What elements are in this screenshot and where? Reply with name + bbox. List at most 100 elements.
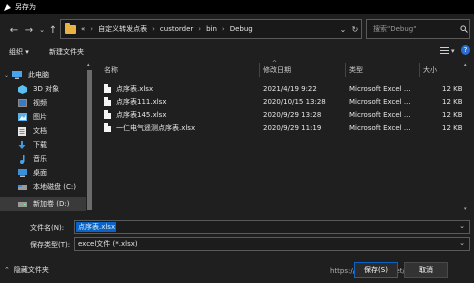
- scroll-up-arrow-icon[interactable]: ▴: [87, 62, 90, 68]
- dialog-footer: ⌃ 隐藏文件夹 https://blog.csdn.net/mainmaster…: [0, 258, 474, 283]
- back-arrow-icon[interactable]: ←: [8, 23, 20, 37]
- music-icon: [17, 154, 27, 164]
- organize-menu-button[interactable]: 组织 ▾: [9, 47, 29, 57]
- sidebar-item-3d-objects[interactable]: 3D 对象: [0, 82, 93, 96]
- breadcrumb-item[interactable]: custorder: [160, 25, 193, 33]
- file-icon: [104, 110, 111, 119]
- breadcrumb-item[interactable]: 自定义转发点表: [98, 24, 147, 34]
- filename-input[interactable]: 点序表.xlsx: [75, 222, 115, 232]
- filename-dropdown-icon[interactable]: ⌄: [459, 222, 465, 230]
- column-header-type[interactable]: 类型: [349, 62, 419, 78]
- breadcrumb-separator-icon: ›: [152, 25, 155, 33]
- sidebar-item-music[interactable]: 音乐: [0, 152, 93, 166]
- documents-icon: [17, 126, 27, 136]
- save-form: 文件名(N): 点序表.xlsx ⌄ 保存类型(T): excel文件 (*.x…: [0, 214, 474, 254]
- file-date: 2020/10/15 13:28: [263, 97, 326, 106]
- view-options-icon[interactable]: ▾: [440, 46, 455, 55]
- save-as-app-icon: [2, 2, 12, 12]
- refresh-icon[interactable]: ↻: [349, 20, 361, 38]
- command-toolbar: 组织 ▾ 新建文件夹 ▾ ?: [0, 44, 474, 60]
- column-divider[interactable]: [345, 63, 346, 77]
- drive-icon: [17, 183, 27, 192]
- navigation-pane: ⌄ 此电脑 3D 对象 视频 图片 文档 下载 音乐 桌面 本地磁盘 (C:) …: [0, 62, 93, 212]
- window-title: 另存为: [15, 3, 36, 11]
- column-header-date[interactable]: 修改日期: [263, 62, 348, 78]
- column-divider[interactable]: [419, 63, 420, 77]
- forward-arrow-icon[interactable]: →: [23, 23, 35, 37]
- file-type: Microsoft Excel ...: [349, 84, 411, 93]
- sidebar-item-videos[interactable]: 视频: [0, 96, 93, 110]
- save-type-dropdown-icon[interactable]: ⌄: [459, 239, 465, 247]
- file-icon: [104, 84, 111, 93]
- file-type: Microsoft Excel ...: [349, 110, 411, 119]
- scroll-down-arrow-icon[interactable]: ▾: [464, 206, 467, 212]
- help-icon[interactable]: ?: [461, 45, 470, 55]
- breadcrumb-item[interactable]: bin: [206, 25, 217, 33]
- column-header-size[interactable]: 大小: [423, 62, 463, 78]
- file-name: 点序表145.xlsx: [116, 110, 167, 119]
- file-name: 点序表.xlsx: [116, 84, 154, 93]
- sidebar-scrollbar-thumb[interactable]: [87, 70, 92, 210]
- new-folder-button[interactable]: 新建文件夹: [49, 47, 84, 57]
- file-size: 12 KB: [442, 97, 463, 106]
- expand-chevron-icon[interactable]: ⌄: [4, 72, 9, 79]
- hide-folders-toggle[interactable]: ⌃ 隐藏文件夹: [4, 265, 49, 275]
- file-name: 一仁电气遥测点序表.xlsx: [116, 123, 196, 132]
- folder-icon: [65, 22, 76, 34]
- file-size: 12 KB: [442, 123, 463, 132]
- sidebar-item-pictures[interactable]: 图片: [0, 110, 93, 124]
- file-date: 2020/9/29 11:19: [263, 123, 322, 132]
- sidebar-item-documents[interactable]: 文档: [0, 124, 93, 138]
- column-header-name[interactable]: 名称: [104, 62, 264, 78]
- breadcrumb-separator-icon: ›: [198, 25, 202, 33]
- breadcrumb-separator-icon: ›: [90, 25, 94, 33]
- file-row[interactable]: 点序表145.xlsx 2020/9/29 13:28 Microsoft Ex…: [96, 108, 470, 121]
- 3d-objects-icon: [17, 84, 27, 94]
- search-icon[interactable]: [458, 20, 469, 38]
- filename-field[interactable]: 点序表.xlsx ⌄: [74, 220, 470, 234]
- sidebar-item-this-pc[interactable]: ⌄ 此电脑: [0, 68, 93, 82]
- file-date: 2021/4/19 9:22: [263, 84, 317, 93]
- file-size: 12 KB: [442, 84, 463, 93]
- save-type-value: excel文件 (*.xlsx): [78, 240, 138, 248]
- collapse-chevron-icon: ⌃: [4, 266, 10, 274]
- pictures-icon: [17, 113, 27, 122]
- file-type: Microsoft Excel ...: [349, 97, 411, 106]
- file-name: 点序表111.xlsx: [116, 97, 167, 106]
- save-type-label: 保存类型(T):: [30, 241, 71, 249]
- save-type-select[interactable]: excel文件 (*.xlsx) ⌄: [74, 237, 470, 251]
- sidebar-item-downloads[interactable]: 下载: [0, 138, 93, 152]
- scroll-up-arrow-icon[interactable]: ▴: [464, 62, 467, 68]
- cancel-button[interactable]: 取消: [404, 262, 448, 278]
- file-row[interactable]: 点序表111.xlsx 2020/10/15 13:28 Microsoft E…: [96, 95, 470, 108]
- sidebar-item-drive-c[interactable]: 本地磁盘 (C:): [0, 180, 93, 194]
- sidebar-item-drive-d[interactable]: 新加卷 (D:): [0, 197, 93, 211]
- file-list: ^ 名称 修改日期 类型 大小 点序表.xlsx 2021/4/19 9:22 …: [96, 60, 470, 212]
- save-button[interactable]: 保存(S): [354, 262, 398, 278]
- desktop-icon: [17, 169, 27, 178]
- filename-label: 文件名(N):: [30, 224, 65, 232]
- file-icon: [104, 97, 111, 106]
- address-bar[interactable]: « › 自定义转发点表 › custorder › bin › Debug ⌄ …: [60, 19, 362, 39]
- file-type: Microsoft Excel ...: [349, 123, 411, 132]
- file-row[interactable]: 点序表.xlsx 2021/4/19 9:22 Microsoft Excel …: [96, 82, 470, 95]
- search-input[interactable]: [367, 25, 459, 33]
- title-bar: 另存为: [0, 0, 474, 14]
- breadcrumb-item[interactable]: Debug: [230, 25, 253, 33]
- drive-icon: [17, 200, 27, 209]
- file-icon: [104, 123, 111, 132]
- column-divider[interactable]: [259, 63, 260, 77]
- computer-icon: [12, 71, 23, 80]
- up-arrow-icon[interactable]: ↑: [47, 23, 59, 37]
- address-dropdown-icon[interactable]: ⌄: [337, 20, 349, 38]
- search-box[interactable]: [366, 19, 470, 39]
- breadcrumb-overflow[interactable]: «: [81, 25, 85, 33]
- sidebar-scrollbar[interactable]: ▴: [86, 62, 93, 212]
- breadcrumb-separator-icon: ›: [221, 25, 225, 33]
- file-size: 12 KB: [442, 110, 463, 119]
- video-icon: [17, 99, 27, 108]
- sidebar-item-desktop[interactable]: 桌面: [0, 166, 93, 180]
- file-list-scrollbar[interactable]: ▴ ▾: [462, 62, 470, 212]
- file-row[interactable]: 一仁电气遥测点序表.xlsx 2020/9/29 11:19 Microsoft…: [96, 121, 470, 134]
- downloads-icon: [17, 140, 27, 150]
